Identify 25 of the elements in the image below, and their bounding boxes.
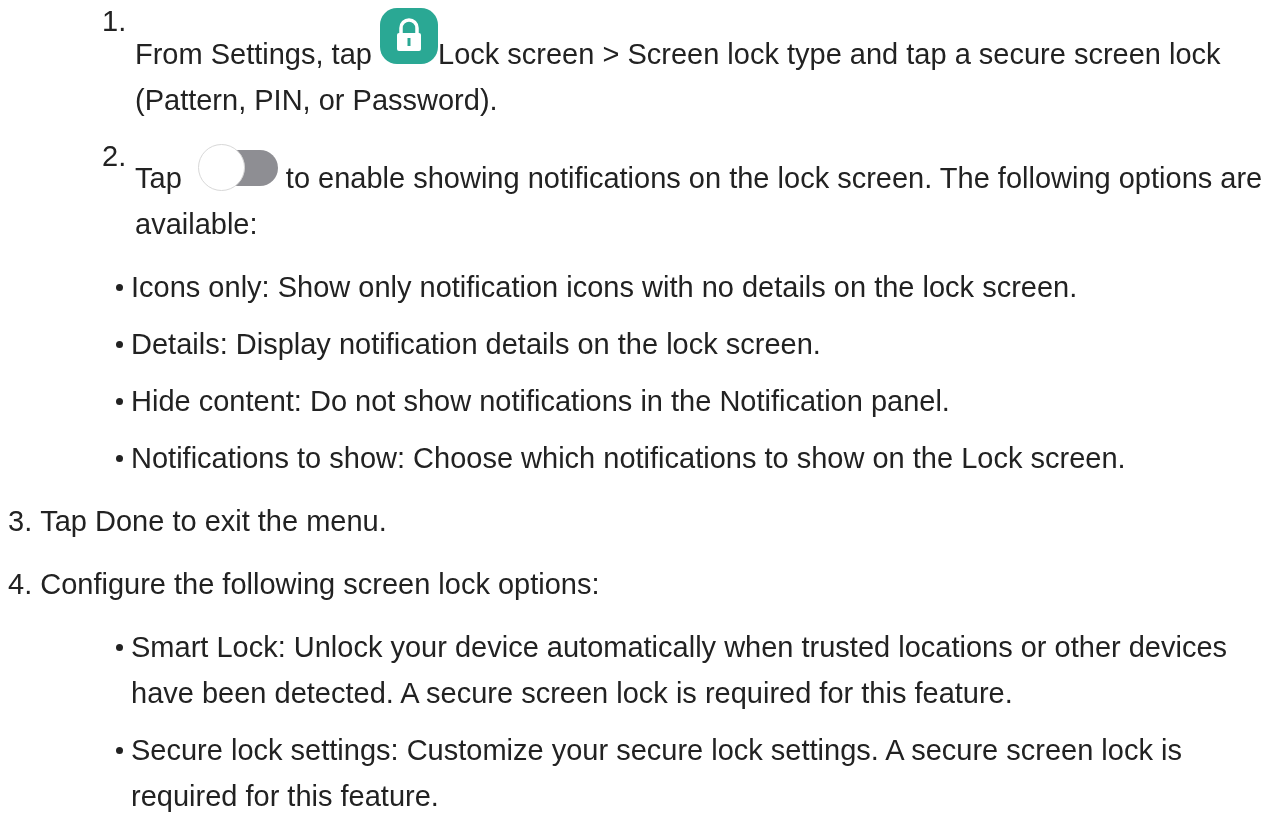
bullet-icon [116,747,123,754]
bullet-text: Secure lock settings: Customize your secure lock settings. A secure screen lock is required for this feature. [131,733,1183,814]
step-text: (Pattern, PIN, or Password). [135,84,498,116]
bullet-text: Icons only: Show only notification icons with no details on the lock screen. [131,270,1079,305]
bullet-text: Details: Display notification details on the lock screen. [131,327,822,362]
bullet-icon [116,455,123,462]
step-text: Tap [135,162,182,194]
step-text: Tap Done to exit the menu. [40,505,387,537]
step-number: 4. [8,568,33,600]
step-text: Configure the following screen lock options: [40,568,600,600]
bullet-icon [116,341,123,348]
bullet-text: Smart Lock: Unlock your device automatically when trusted locations or other devices have been detected. A secure screen lock is required for this feature. [131,630,1229,711]
step-text: to enable showing notifications on the lock screen. The following options are [285,162,1263,194]
step-number: 3. [8,505,33,537]
step-text: available: [135,208,258,240]
step-text: Lock screen > Screen lock type and tap a secure screen lock [438,38,1221,70]
step-number: 1. [102,6,127,37]
bullet-icon [116,398,123,405]
bullet-icon [116,644,123,651]
padlock-app-icon [380,8,438,64]
bullet-icon [116,284,123,291]
step-number: 2. [102,141,127,172]
bullet-text: Hide content: Do not show notifications in the Notification panel. [131,384,951,419]
bullet-text: Notifications to show: Choose which notifications to show on the Lock screen. [131,441,1127,476]
step-text: From Settings, tap [135,38,372,70]
